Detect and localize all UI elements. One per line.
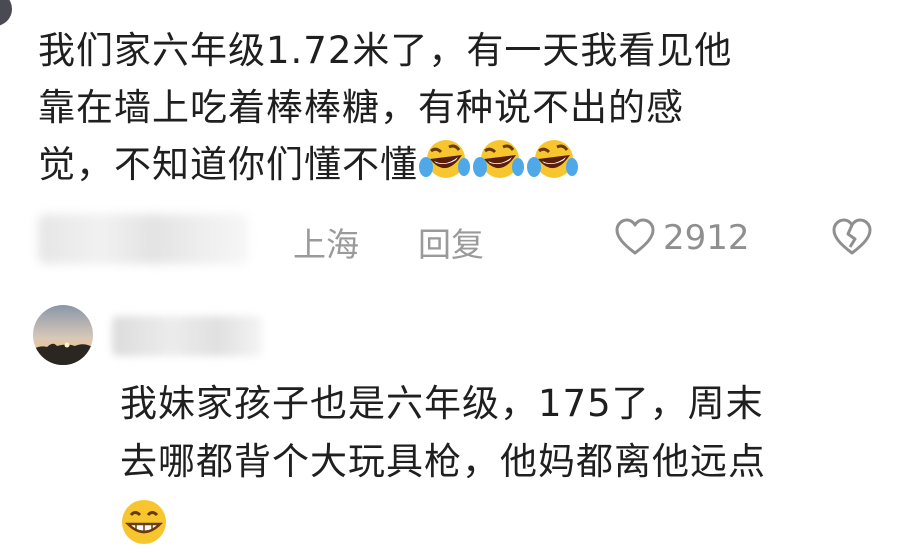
laugh-cry-emoji (473, 140, 524, 178)
heart-outline-icon (615, 218, 655, 255)
comment-line-text: 觉，不知道你们懂不懂 (38, 143, 418, 186)
broken-heart-icon[interactable] (830, 216, 874, 260)
like-count: 2912 (663, 218, 750, 258)
location-label: 上海 (293, 225, 359, 264)
comment-line: 觉，不知道你们懂不懂 (38, 136, 868, 201)
emoji-group (418, 137, 580, 201)
comment-line: 我们家六年级1.72米了，有一天我看见他 (38, 29, 733, 72)
comment-body: 我妹家孩子也是六年级，175了，周末 去哪都背个大玩具枪，他妈都离他远点 (120, 375, 890, 491)
comment-line: 靠在墙上吃着棒棒糖，有种说不出的感 (38, 86, 684, 129)
sunset-avatar-image (33, 305, 93, 365)
laugh-cry-emoji (527, 140, 578, 178)
like-button[interactable]: 2912 (613, 216, 750, 260)
laugh-cry-emoji (419, 140, 470, 178)
blurred-username (112, 316, 262, 356)
avatar[interactable] (33, 305, 93, 365)
grin-emoji (122, 500, 166, 544)
comment-body: 我们家六年级1.72米了，有一天我看见他 靠在墙上吃着棒棒糖，有种说不出的感 觉… (38, 22, 868, 201)
blurred-username (38, 214, 248, 264)
reply-button[interactable]: 回复 (418, 218, 484, 266)
comment-meta: 上海 回复 2912 (38, 212, 888, 268)
comment-line: 去哪都背个大玩具枪，他妈都离他远点 (120, 440, 766, 483)
avatar[interactable] (0, 0, 12, 26)
comment-line: 我妹家孩子也是六年级，175了，周末 (120, 382, 764, 425)
